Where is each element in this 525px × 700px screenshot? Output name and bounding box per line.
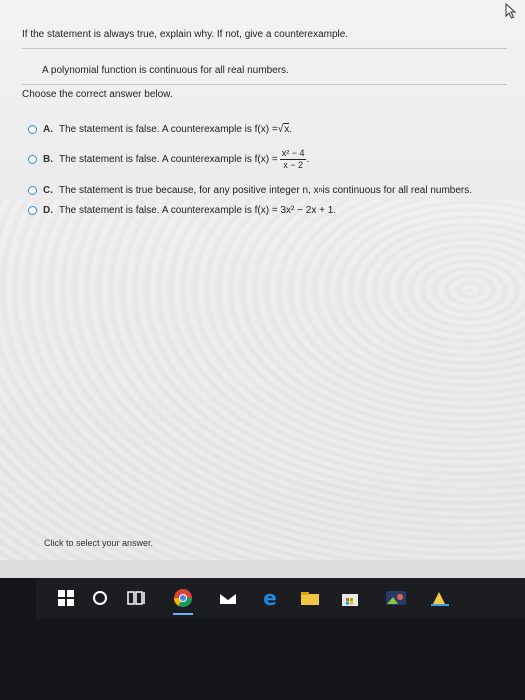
- help-text: Click to select your answer.: [44, 538, 154, 548]
- mail-icon[interactable]: [216, 586, 240, 610]
- bottom-strip: [0, 560, 525, 578]
- option-letter: D.: [43, 205, 53, 216]
- option-c[interactable]: C. The statement is true because, for an…: [28, 185, 472, 196]
- windows-start-icon[interactable]: [54, 586, 78, 610]
- mouse-cursor-icon: [505, 3, 517, 19]
- edge-icon[interactable]: e: [258, 586, 282, 610]
- file-explorer-icon[interactable]: [298, 586, 322, 610]
- option-a[interactable]: A. The statement is false. A counterexam…: [28, 123, 292, 135]
- search-cortana-icon[interactable]: [88, 586, 112, 610]
- fraction-numerator: x² − 4: [279, 148, 307, 160]
- chrome-icon[interactable]: [171, 586, 195, 615]
- question-statement: A polynomial function is continuous for …: [42, 65, 289, 76]
- option-b-suffix: .: [306, 154, 310, 165]
- store-icon[interactable]: [338, 586, 362, 610]
- question-instruction: If the statement is always true, explain…: [22, 29, 349, 40]
- option-c-text-after: is continuous for all real numbers.: [322, 185, 473, 196]
- taskbar: e: [36, 578, 525, 618]
- radio-button-d[interactable]: [28, 206, 37, 215]
- fraction: x² − 4 x − 2: [279, 148, 307, 171]
- radio-button-a[interactable]: [28, 124, 37, 134]
- radio-button-c[interactable]: [28, 186, 37, 195]
- option-a-suffix: .: [289, 123, 292, 135]
- divider: [22, 84, 507, 85]
- fraction-denominator: x − 2: [283, 160, 303, 170]
- sketch-app-icon[interactable]: [428, 586, 452, 610]
- option-letter: A.: [43, 123, 53, 135]
- task-view-icon[interactable]: [124, 586, 148, 610]
- option-b[interactable]: B. The statement is false. A counterexam…: [28, 148, 309, 171]
- active-app-indicator: [173, 613, 193, 615]
- choose-answer-label: Choose the correct answer below.: [22, 89, 173, 100]
- radio-button-b[interactable]: [28, 155, 37, 164]
- divider: [22, 48, 507, 49]
- option-d-text: The statement is false. A counterexample…: [59, 205, 337, 216]
- screen-moire: [0, 200, 525, 578]
- option-a-text: The statement is false. A counterexample…: [59, 123, 278, 135]
- option-letter: C.: [43, 185, 53, 196]
- photos-icon[interactable]: [384, 586, 408, 610]
- option-d[interactable]: D. The statement is false. A counterexam…: [28, 205, 336, 216]
- option-c-text: The statement is true because, for any p…: [59, 185, 319, 196]
- option-letter: B.: [43, 154, 53, 165]
- browser-page: If the statement is always true, explain…: [0, 0, 525, 578]
- option-b-text: The statement is false. A counterexample…: [59, 154, 278, 165]
